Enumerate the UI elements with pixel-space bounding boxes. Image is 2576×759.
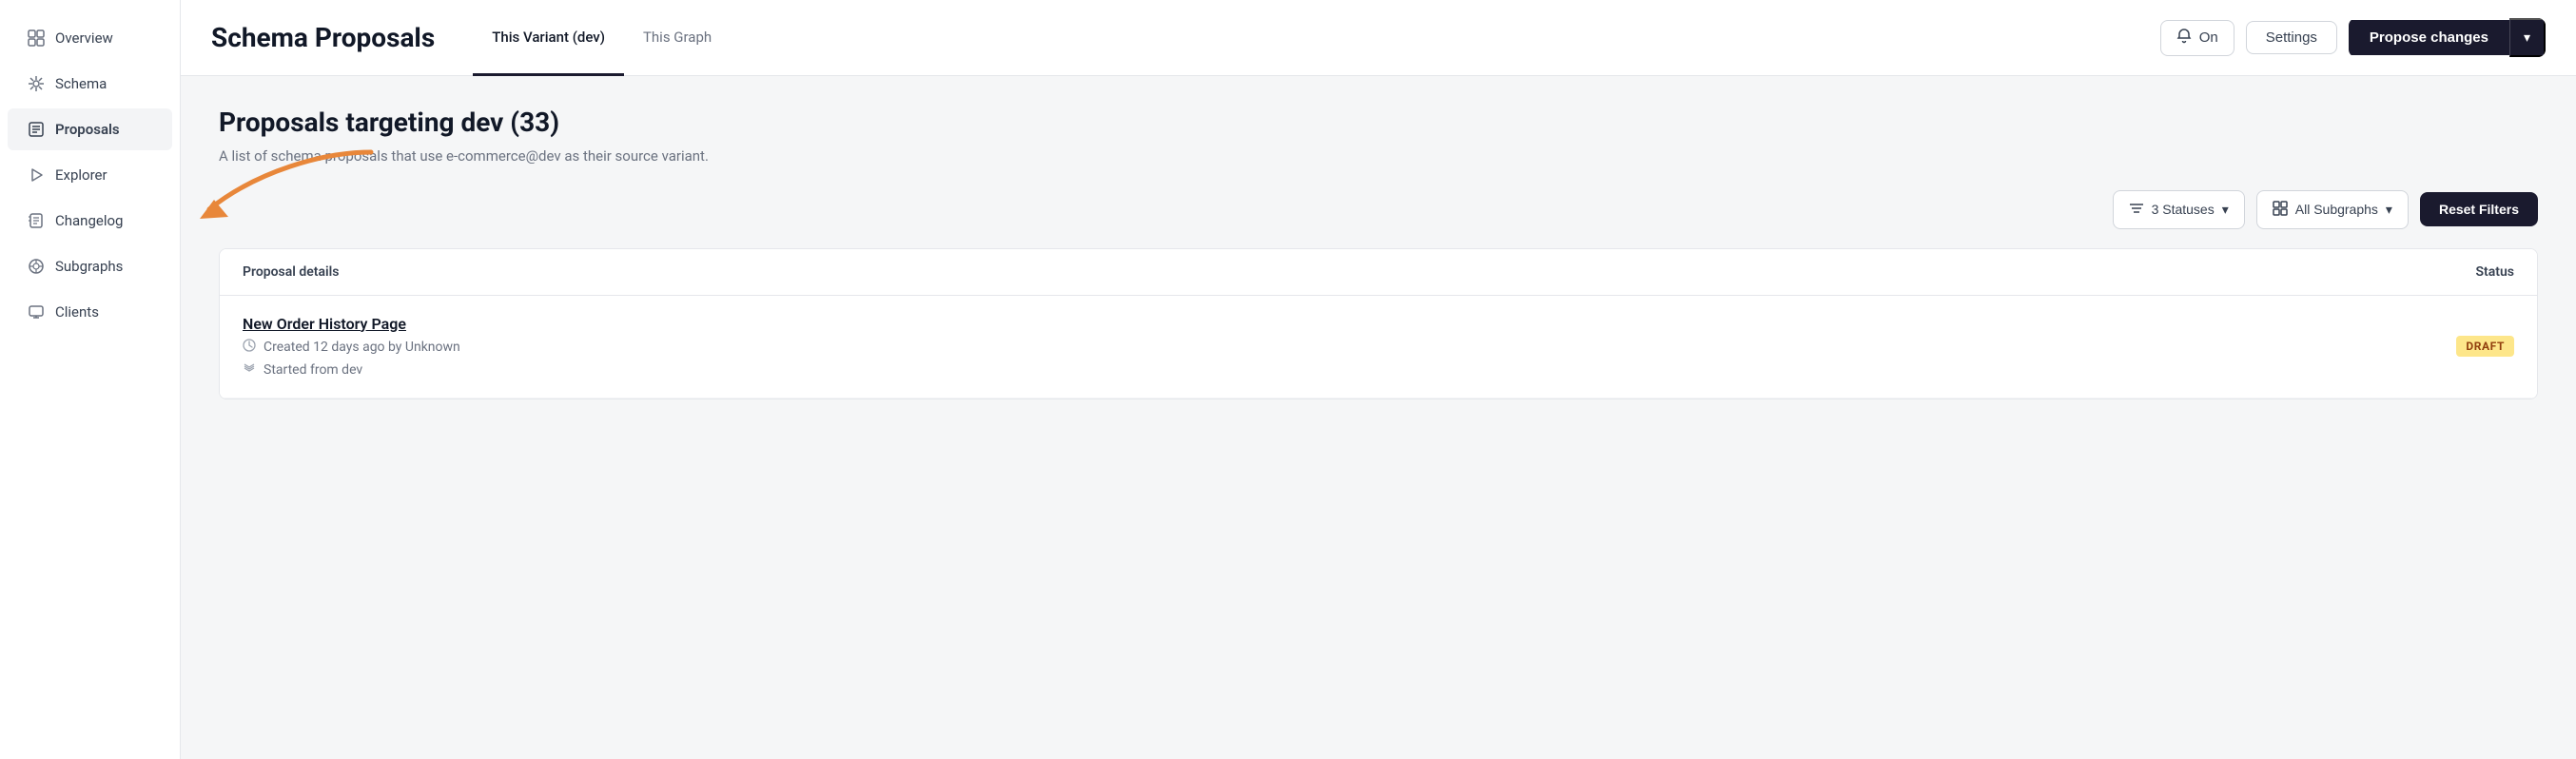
bell-icon xyxy=(2176,29,2192,48)
sidebar-item-subgraphs-label: Subgraphs xyxy=(55,258,123,275)
subgraphs-icon xyxy=(27,257,46,276)
schema-icon xyxy=(27,74,46,93)
sidebar-item-overview[interactable]: Overview xyxy=(8,17,172,59)
propose-changes-dropdown-button[interactable]: ▾ xyxy=(2509,18,2546,57)
sidebar-item-proposals-label: Proposals xyxy=(55,121,120,138)
filters-row: 3 Statuses ▾ All Subgraphs ▾ Reset Filte… xyxy=(219,190,2538,229)
subgraphs-filter-label: All Subgraphs xyxy=(2295,202,2378,217)
sidebar-item-clients[interactable]: Clients xyxy=(8,291,172,333)
content-title: Proposals targeting dev (33) xyxy=(219,107,2538,138)
propose-changes-button-group: Propose changes ▾ xyxy=(2349,18,2546,57)
statuses-filter-label: 3 Statuses xyxy=(2152,202,2215,217)
content-header: Proposals targeting dev (33) A list of s… xyxy=(219,107,2538,167)
explorer-icon xyxy=(27,165,46,185)
layers-icon xyxy=(243,361,256,379)
clock-icon xyxy=(243,339,256,356)
proposal-name-link[interactable]: New Order History Page xyxy=(243,315,460,333)
filter-statuses-icon xyxy=(2129,201,2144,219)
page-header: Schema Proposals This Variant (dev) This… xyxy=(181,0,2576,76)
proposal-created-meta: Created 12 days ago by Unknown xyxy=(243,339,460,356)
proposal-details: New Order History Page Created 12 days a… xyxy=(243,315,460,379)
subgraphs-filter-button[interactable]: All Subgraphs ▾ xyxy=(2256,190,2409,229)
sidebar-item-proposals[interactable]: Proposals xyxy=(8,108,172,150)
sidebar-item-clients-label: Clients xyxy=(55,303,99,321)
col-proposal-details: Proposal details xyxy=(243,264,340,280)
proposal-started-text: Started from dev xyxy=(263,362,362,378)
proposal-started-meta: Started from dev xyxy=(243,361,460,379)
overview-icon xyxy=(27,29,46,48)
chevron-down-subgraphs-icon: ▾ xyxy=(2386,202,2392,218)
propose-changes-main-button[interactable]: Propose changes xyxy=(2349,20,2509,55)
proposals-icon xyxy=(27,120,46,139)
sidebar-item-schema-label: Schema xyxy=(55,75,107,92)
sidebar-item-overview-label: Overview xyxy=(55,29,113,47)
sidebar-item-changelog-label: Changelog xyxy=(55,212,123,229)
sidebar-item-explorer[interactable]: Explorer xyxy=(8,154,172,196)
sidebar-item-subgraphs[interactable]: Subgraphs xyxy=(8,245,172,287)
header-tabs: This Variant (dev) This Graph xyxy=(473,0,731,75)
settings-label: Settings xyxy=(2266,29,2317,46)
tab-this-graph[interactable]: This Graph xyxy=(624,1,731,76)
sidebar-item-explorer-label: Explorer xyxy=(55,166,107,184)
col-status: Status xyxy=(2476,264,2514,280)
arrow-decoration xyxy=(181,133,390,228)
chevron-down-statuses-icon: ▾ xyxy=(2222,202,2229,218)
table-row: New Order History Page Created 12 days a… xyxy=(220,296,2537,399)
page-title: Schema Proposals xyxy=(211,22,435,53)
settings-button[interactable]: Settings xyxy=(2246,21,2337,54)
sidebar-item-schema[interactable]: Schema xyxy=(8,63,172,105)
subgraphs-filter-icon xyxy=(2273,201,2288,219)
sidebar-item-changelog[interactable]: Changelog xyxy=(8,200,172,242)
content-area: Proposals targeting dev (33) A list of s… xyxy=(181,76,2576,759)
tab-this-variant[interactable]: This Variant (dev) xyxy=(473,1,624,76)
proposal-created-text: Created 12 days ago by Unknown xyxy=(263,340,460,355)
proposals-table: Proposal details Status New Order Histor… xyxy=(219,248,2538,399)
table-header-row: Proposal details Status xyxy=(220,249,2537,296)
sidebar: Overview Schema xyxy=(0,0,181,759)
clients-icon xyxy=(27,302,46,321)
chevron-down-icon: ▾ xyxy=(2524,29,2530,45)
bell-label: On xyxy=(2199,29,2218,46)
header-actions: On Settings Propose changes ▾ xyxy=(2160,18,2546,57)
notifications-button[interactable]: On xyxy=(2160,20,2234,56)
statuses-filter-button[interactable]: 3 Statuses ▾ xyxy=(2113,190,2245,229)
changelog-icon xyxy=(27,211,46,230)
status-badge: DRAFT xyxy=(2456,336,2514,357)
main-content: Schema Proposals This Variant (dev) This… xyxy=(181,0,2576,759)
reset-filters-button[interactable]: Reset Filters xyxy=(2420,192,2538,226)
